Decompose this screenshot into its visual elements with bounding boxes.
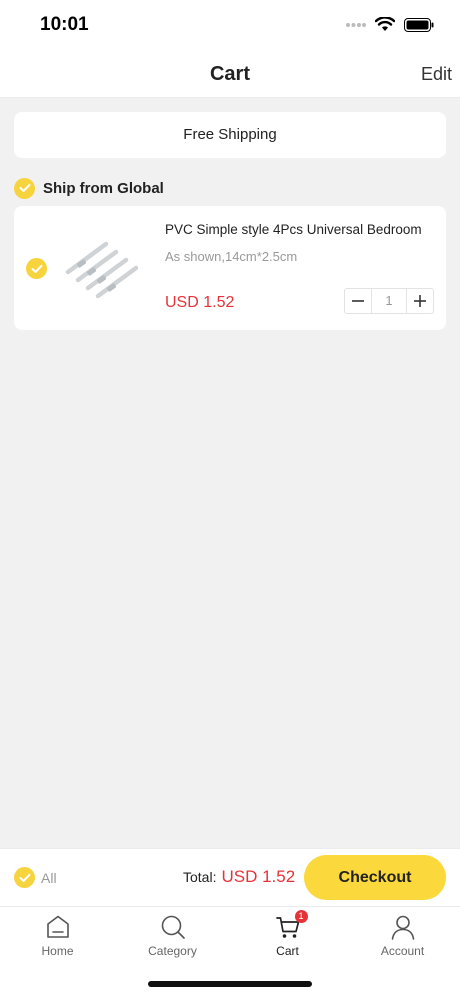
- search-icon: [161, 915, 185, 939]
- header: Cart Edit: [0, 50, 460, 98]
- checkout-bar: All Total: USD 1.52 Checkout: [0, 848, 460, 906]
- product-variant[interactable]: As shown,14cm*2.5cm: [165, 249, 297, 264]
- total-label: Total:: [183, 869, 217, 885]
- status-time: 10:01: [40, 14, 89, 35]
- checkout-button[interactable]: Checkout: [304, 855, 446, 900]
- person-icon: [391, 915, 414, 940]
- tab-account-label: Account: [380, 944, 425, 958]
- order-total: Total: USD 1.52: [183, 867, 295, 887]
- home-indicator: [148, 981, 312, 987]
- cart-item: PVC Simple style 4Pcs Universal Bedroom …: [14, 206, 446, 330]
- select-all-label: All: [41, 869, 57, 886]
- edit-button[interactable]: Edit: [421, 64, 452, 85]
- item-checkbox[interactable]: [26, 258, 47, 279]
- tab-category-label: Category: [148, 944, 197, 958]
- select-all-toggle[interactable]: All: [14, 867, 57, 888]
- cart-icon-wrap: 1: [274, 910, 308, 941]
- quantity-increase-button[interactable]: [407, 289, 433, 313]
- minus-icon: [352, 300, 364, 302]
- check-icon: [31, 264, 42, 273]
- tab-cart[interactable]: 1 Cart: [230, 910, 345, 958]
- product-title[interactable]: PVC Simple style 4Pcs Universal Bedroom: [165, 222, 435, 237]
- signal-icon: [346, 22, 366, 27]
- page-title: Cart: [209, 63, 250, 85]
- home-icon: [46, 915, 69, 938]
- select-all-checkbox[interactable]: [14, 867, 35, 888]
- battery-icon: [404, 17, 434, 32]
- tab-category[interactable]: Category: [115, 913, 230, 958]
- tab-cart-label: Cart: [276, 944, 299, 958]
- group-title: Ship from Global: [43, 179, 164, 197]
- quantity-stepper: 1: [344, 288, 434, 314]
- quantity-value[interactable]: 1: [371, 289, 407, 313]
- ship-group-header: Ship from Global: [14, 176, 164, 200]
- product-price: USD 1.52: [165, 294, 235, 311]
- wifi-icon: [375, 17, 395, 31]
- status-bar: 10:01: [0, 0, 460, 50]
- check-icon: [19, 873, 30, 882]
- quantity-decrease-button[interactable]: [345, 289, 371, 313]
- tab-account[interactable]: Account: [345, 913, 460, 958]
- cart-badge: 1: [294, 910, 308, 923]
- check-icon: [19, 183, 30, 192]
- total-price: USD 1.52: [221, 867, 296, 886]
- group-checkbox[interactable]: [14, 177, 35, 199]
- status-icons: [346, 17, 434, 32]
- product-image[interactable]: [62, 230, 142, 300]
- tab-home[interactable]: Home: [0, 913, 115, 958]
- free-shipping-banner[interactable]: Free Shipping: [14, 112, 446, 158]
- plus-icon: [414, 295, 426, 307]
- tab-home-label: Home: [41, 944, 74, 958]
